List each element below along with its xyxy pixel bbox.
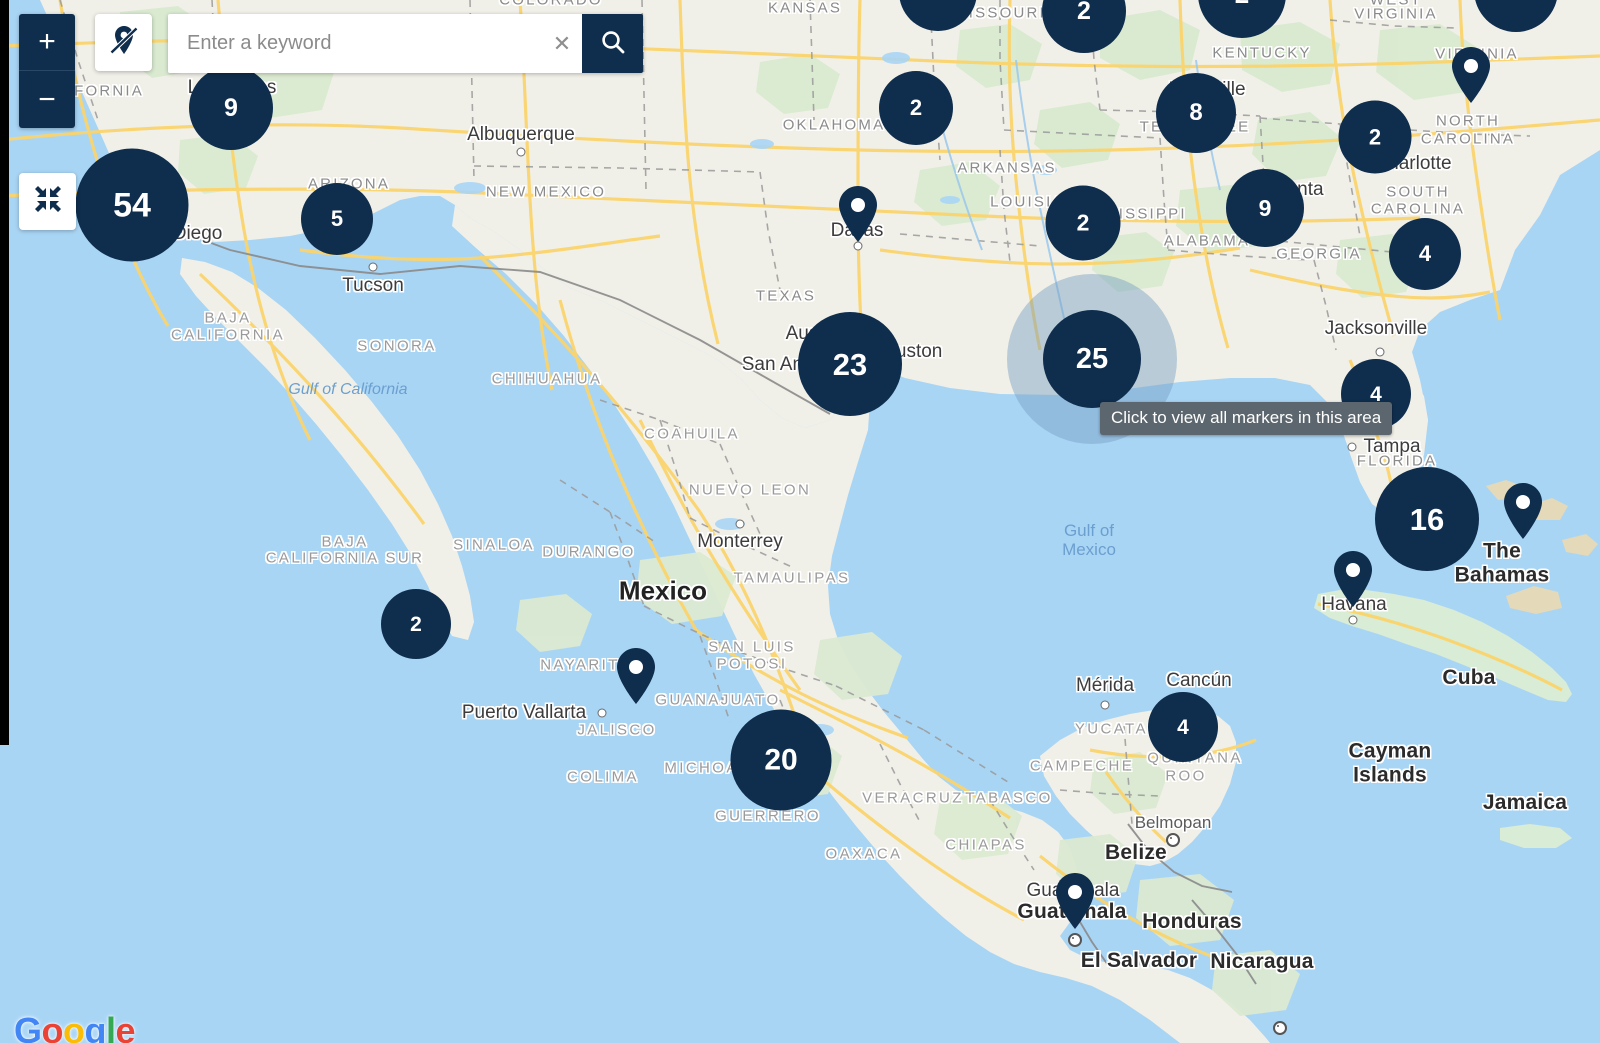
marker-cluster[interactable]: 4 xyxy=(1389,218,1461,290)
marker-cluster-count: 2 xyxy=(1368,124,1382,149)
marker-cluster-count: 2 xyxy=(932,0,945,4)
marker-cluster[interactable]: 2 xyxy=(879,71,953,145)
google-logo-letter: G xyxy=(14,1010,42,1043)
marker-cluster-count: 5 xyxy=(330,206,344,231)
map-pin-marker[interactable] xyxy=(836,185,880,243)
marker-cluster[interactable]: 5 xyxy=(301,183,373,255)
map-pin-icon xyxy=(1056,873,1094,929)
google-logo-letter: g xyxy=(84,1010,107,1043)
google-logo-letter: o xyxy=(41,1010,64,1043)
marker-cluster[interactable]: 20 xyxy=(730,709,832,811)
marker-cluster[interactable]: 4 xyxy=(1341,359,1411,429)
collapse-arrows-icon xyxy=(33,184,63,219)
zoom-in-button[interactable]: + xyxy=(19,14,75,71)
map-pin-icon xyxy=(839,186,877,242)
marker-cluster-count: 2 xyxy=(909,95,923,120)
google-logo-letter: o xyxy=(63,1010,85,1043)
marker-cluster[interactable]: 54 xyxy=(75,148,189,262)
marker-cluster-count: 2 xyxy=(1076,209,1090,236)
marker-cluster-count: 54 xyxy=(113,186,151,224)
marker-cluster-count: 4 xyxy=(1418,241,1432,266)
marker-cluster[interactable]: 2 xyxy=(1338,100,1412,174)
marker-cluster[interactable]: 25 xyxy=(1043,310,1141,408)
map-pin-icon xyxy=(1452,47,1490,103)
marker-cluster-count: 2 xyxy=(1235,0,1249,7)
marker-cluster[interactable]: 4 xyxy=(1148,692,1218,762)
marker-cluster[interactable]: 8 xyxy=(1156,73,1236,153)
marker-cluster-count: 20 xyxy=(764,743,798,776)
marker-cluster-count: 25 xyxy=(1075,342,1109,375)
marker-cluster[interactable]: 23 xyxy=(798,312,902,416)
marker-cluster[interactable]: 2 xyxy=(381,589,451,659)
left-edge-bar xyxy=(0,0,9,745)
map-pin-icon xyxy=(1504,483,1542,539)
search-bar: ✕ xyxy=(168,14,643,73)
map-pin-marker[interactable] xyxy=(1053,872,1097,930)
search-icon xyxy=(600,29,626,58)
marker-cluster-count: 8 xyxy=(1189,99,1203,126)
search-input[interactable] xyxy=(185,14,542,73)
marker-cluster-count: 9 xyxy=(1258,194,1272,221)
marker-cluster[interactable]: 16 xyxy=(1375,467,1479,571)
marker-cluster-count: 4 xyxy=(1370,382,1382,406)
map-pin-marker[interactable] xyxy=(1449,46,1493,104)
google-logo: Google xyxy=(14,1010,136,1043)
map-application: KANSAS MISSOURI COLORADO OKLAHOMA ARKANSAS KE… xyxy=(0,0,1600,1043)
marker-cluster[interactable]: 2 xyxy=(1045,185,1121,261)
map-pin-marker[interactable] xyxy=(614,647,658,705)
map-pin-slash-icon xyxy=(109,24,139,61)
marker-cluster[interactable]: 9 xyxy=(189,66,273,150)
zoom-out-button[interactable]: − xyxy=(19,71,75,128)
map-pin-marker[interactable] xyxy=(1501,482,1545,540)
marker-cluster-count: 9 xyxy=(224,93,238,122)
marker-cluster-count: 2 xyxy=(1509,0,1523,3)
search-input-wrapper: ✕ xyxy=(168,14,582,73)
marker-cluster-count: 2 xyxy=(410,612,422,636)
search-submit-button[interactable] xyxy=(582,14,643,73)
marker-cluster[interactable]: 9 xyxy=(1226,169,1304,247)
toggle-markers-button[interactable] xyxy=(95,14,152,71)
marker-cluster-count: 4 xyxy=(1177,715,1189,739)
google-logo-letter: e xyxy=(115,1010,136,1043)
map-pin-icon xyxy=(1334,551,1372,607)
zoom-controls: + − xyxy=(19,14,75,128)
google-logo-letter: l xyxy=(106,1010,116,1043)
fit-bounds-button[interactable] xyxy=(19,173,76,230)
marker-cluster-count: 2 xyxy=(1077,0,1091,25)
map-pin-icon xyxy=(617,648,655,704)
map-pin-marker[interactable] xyxy=(1331,550,1375,608)
search-clear-button[interactable]: ✕ xyxy=(542,14,582,73)
marker-cluster-count: 16 xyxy=(1409,501,1445,537)
marker-cluster-count: 23 xyxy=(832,346,868,382)
